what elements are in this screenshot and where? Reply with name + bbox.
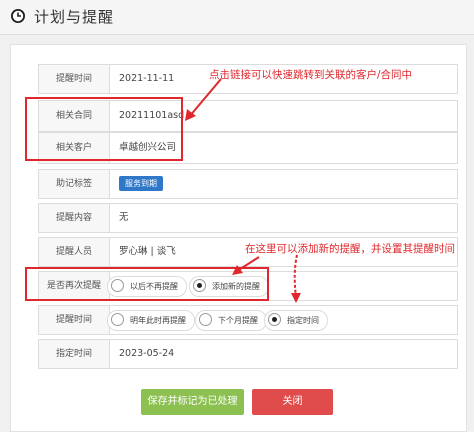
row-label: 提醒时间 [39, 65, 110, 93]
page-title: 计划与提醒 [34, 8, 115, 26]
radio-label: 下个月提醒 [218, 316, 258, 325]
header: 计划与提醒 [0, 0, 474, 35]
radio-label: 明年此时再提醒 [130, 316, 186, 325]
tag-badge: 服务到期 [119, 176, 163, 191]
row-label: 提醒人员 [39, 238, 110, 266]
annotation-remind: 在这里可以添加新的提醒，并设置其提醒时间 [245, 243, 455, 255]
row-label: 助记标签 [39, 170, 110, 198]
save-and-mark-button[interactable]: 保存并标记为已处理 [141, 389, 244, 415]
remind-time-row: 提醒时间 明年此时再提醒 下个月提醒 指定时间 [38, 305, 458, 335]
arrow-icon [291, 254, 301, 303]
radio-circle [111, 313, 124, 326]
radio-circle-selected [268, 313, 281, 326]
reminder-time-value: 2021-11-11 [119, 73, 175, 84]
row-label: 提醒时间 [39, 306, 110, 334]
specified-time-row: 指定时间 2023-05-24 [38, 339, 458, 369]
content-row: 提醒内容 无 [38, 203, 458, 233]
radio-circle [199, 313, 212, 326]
radio-specified-time[interactable]: 指定时间 [264, 310, 328, 331]
specified-time-input[interactable]: 2023-05-24 [119, 340, 174, 368]
arrow-icon [185, 78, 222, 121]
radio-next-year[interactable]: 明年此时再提醒 [107, 310, 195, 331]
highlight-box-links [25, 97, 183, 161]
clock-icon [11, 9, 25, 23]
row-label: 提醒内容 [39, 204, 110, 232]
arrow-icon [232, 256, 260, 275]
close-button[interactable]: 关闭 [252, 389, 333, 415]
reminder-form: 提醒时间 2021-11-11 相关合同 20211101asd 相关客户 卓越… [10, 44, 467, 432]
radio-next-month[interactable]: 下个月提醒 [195, 310, 267, 331]
annotation-links: 点击链接可以快速跳转到关联的客户/合同中 [209, 69, 413, 81]
content-value: 无 [119, 212, 129, 223]
staff-value: 罗心琳 | 谈飞 [119, 246, 176, 257]
row-label: 指定时间 [39, 340, 110, 368]
tag-row: 助记标签 服务到期 [38, 169, 458, 199]
radio-label: 指定时间 [287, 316, 319, 325]
